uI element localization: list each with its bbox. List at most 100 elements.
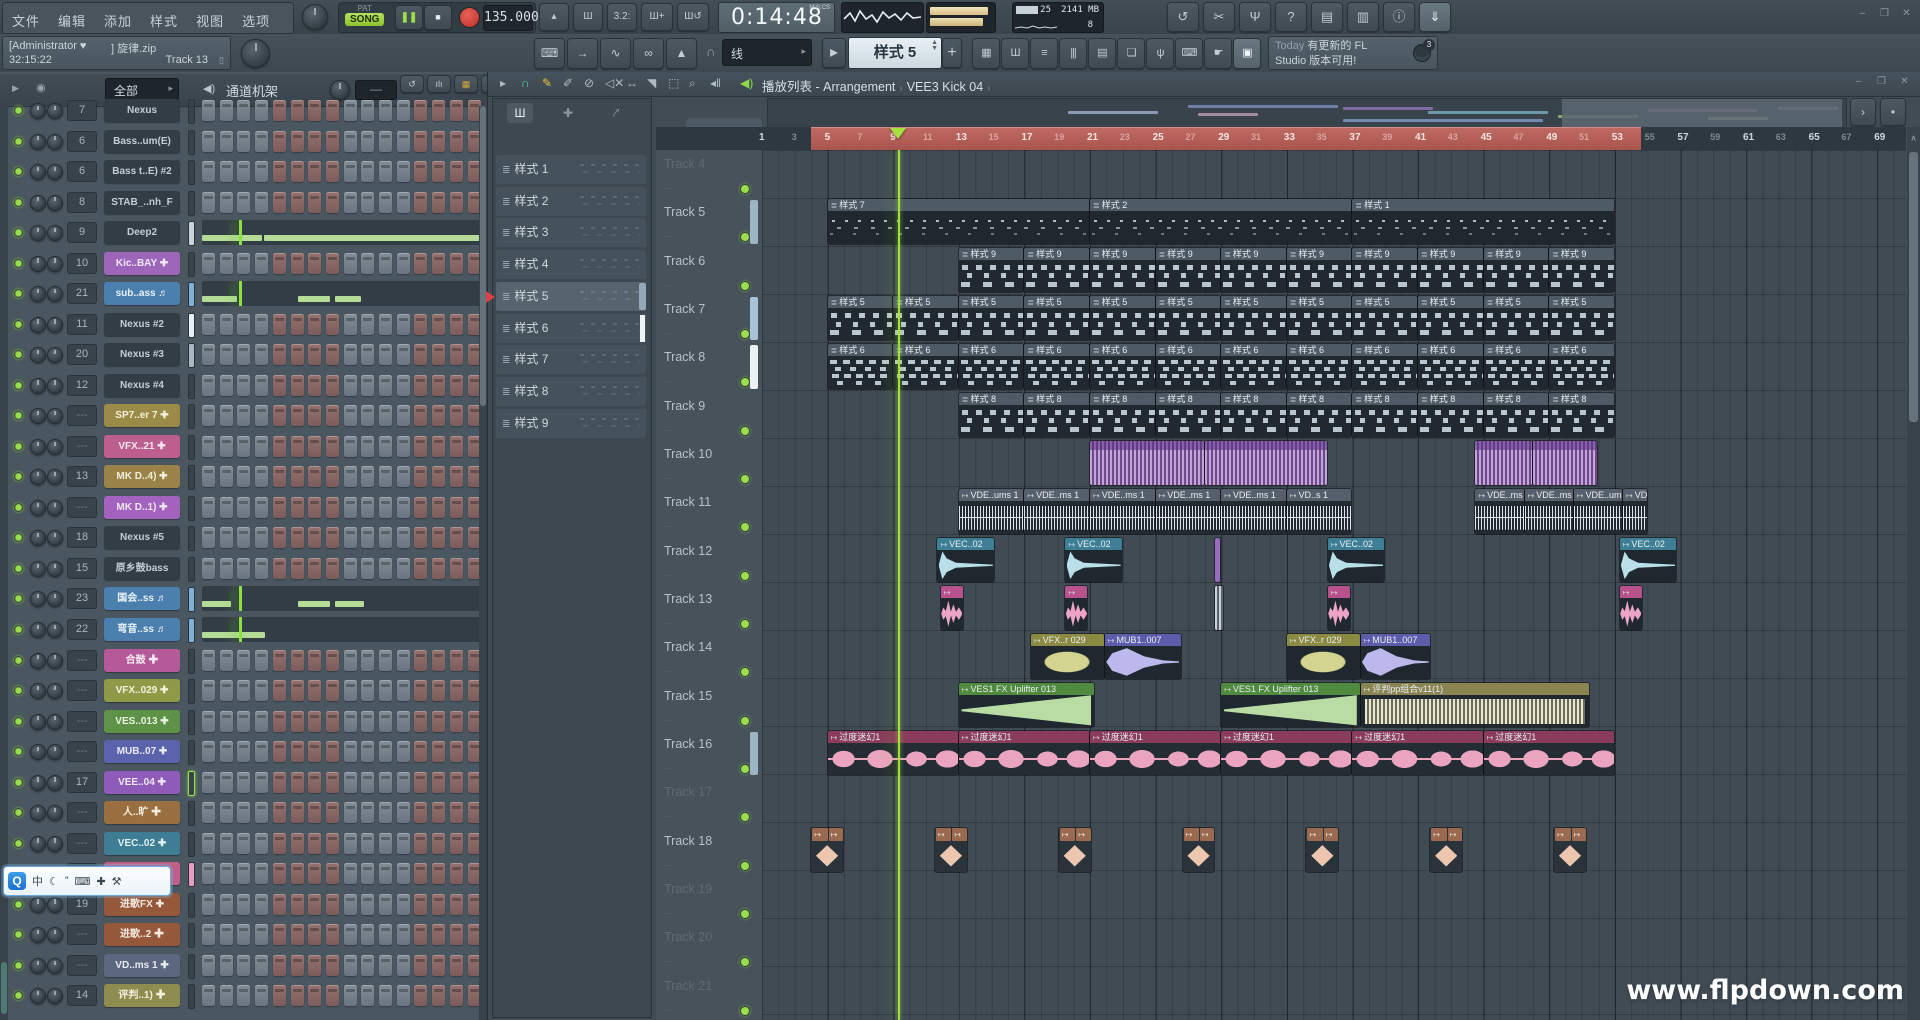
menu-选项[interactable]: 选项 <box>233 3 279 30</box>
step-cell[interactable] <box>237 955 250 976</box>
clip-样式 5[interactable]: ≣样式 5 <box>959 296 1024 340</box>
step-cell[interactable] <box>273 680 286 701</box>
step-cell[interactable] <box>326 772 339 793</box>
step-cell[interactable] <box>220 436 233 457</box>
step-cell[interactable] <box>273 711 286 732</box>
channel-pan-knob[interactable] <box>30 195 46 211</box>
step-cell[interactable] <box>379 466 392 487</box>
pl-delete-button[interactable]: ⊘ <box>584 76 594 90</box>
channel-mute-strip[interactable] <box>188 587 195 612</box>
help-button[interactable]: ? <box>1275 2 1307 32</box>
step-cell[interactable] <box>220 955 233 976</box>
step-cell[interactable] <box>379 131 392 152</box>
step-cell[interactable] <box>237 924 250 945</box>
playhead-line[interactable] <box>898 150 900 1020</box>
step-cell[interactable] <box>432 894 445 915</box>
clip-样式 5[interactable]: ≣样式 5 <box>1418 296 1483 340</box>
channel-mute-strip[interactable] <box>188 954 195 979</box>
step-cell[interactable] <box>344 375 357 396</box>
channel-mute-strip[interactable] <box>188 923 195 948</box>
channel-enable-led[interactable] <box>14 137 23 146</box>
channel-pan-knob[interactable] <box>30 988 46 1004</box>
step-cell[interactable] <box>220 985 233 1006</box>
channel-volume-knob[interactable] <box>47 714 63 730</box>
step-cell[interactable] <box>432 314 445 335</box>
typing-keyboard-piano-button[interactable]: ⌨ <box>534 38 565 69</box>
clip[interactable]: ↦↦ <box>1306 828 1338 872</box>
channel-target-number[interactable]: 14 <box>67 985 97 1006</box>
clip-样式 5[interactable]: ≣样式 5 <box>1024 296 1089 340</box>
channel-volume-knob[interactable] <box>47 561 63 577</box>
step-cell[interactable] <box>291 894 304 915</box>
step-cell[interactable] <box>450 314 463 335</box>
step-cell[interactable] <box>450 680 463 701</box>
channel-volume-knob[interactable] <box>47 317 63 333</box>
step-cell[interactable] <box>308 405 321 426</box>
step-cell[interactable] <box>361 924 374 945</box>
clip[interactable]: ↦↦ <box>935 828 967 872</box>
step-cell[interactable] <box>344 405 357 426</box>
step-cell[interactable] <box>273 802 286 823</box>
step-cell[interactable] <box>414 405 427 426</box>
step-cell[interactable] <box>273 466 286 487</box>
step-cell[interactable] <box>202 344 215 365</box>
channel-volume-knob[interactable] <box>47 225 63 241</box>
channel-enable-led[interactable] <box>14 564 23 573</box>
step-cell[interactable] <box>237 131 250 152</box>
clip-样式 9[interactable]: ≣样式 9 <box>1024 248 1089 292</box>
playlist-overview-strip[interactable] <box>767 98 1847 128</box>
step-cell[interactable] <box>273 527 286 548</box>
channel-name-button[interactable]: VD..ms 1 ✚ <box>104 954 180 977</box>
step-cell[interactable] <box>237 527 250 548</box>
channel-pan-knob[interactable] <box>30 683 46 699</box>
step-cell[interactable] <box>326 314 339 335</box>
rack-graph-button[interactable]: ılı <box>427 75 451 93</box>
rack-menu-icon[interactable]: ▶ <box>12 83 19 94</box>
step-cell[interactable] <box>326 985 339 1006</box>
channel-name-button[interactable]: sub..ass ♬ <box>104 282 180 305</box>
step-cell[interactable] <box>379 924 392 945</box>
pl-zoom-button[interactable]: ⌕ <box>689 76 696 91</box>
channel-volume-knob[interactable] <box>47 500 63 516</box>
step-cell[interactable] <box>237 466 250 487</box>
step-cell[interactable] <box>344 192 357 213</box>
clip-样式 9[interactable]: ≣样式 9 <box>1287 248 1352 292</box>
step-cell[interactable] <box>361 314 374 335</box>
channel-pan-knob[interactable] <box>30 653 46 669</box>
maximize-button[interactable]: ❐ <box>1877 9 1892 21</box>
step-cell[interactable] <box>361 863 374 884</box>
step-cell[interactable] <box>273 955 286 976</box>
channel-mute-strip[interactable] <box>188 740 195 765</box>
step-cell[interactable] <box>326 344 339 365</box>
channel-name-button[interactable]: 进歌..2 ✚ <box>104 923 180 946</box>
step-cell[interactable] <box>344 833 357 854</box>
pl-maximize-button[interactable]: ❐ <box>1874 77 1889 89</box>
step-cell[interactable] <box>202 131 215 152</box>
clip-样式 5[interactable]: ≣样式 5 <box>1549 296 1614 340</box>
touch-keyboard-button[interactable]: ⌨ <box>1175 38 1203 69</box>
channel-target-number[interactable]: --- <box>67 741 97 762</box>
channel-target-number[interactable]: --- <box>67 955 97 976</box>
step-cell[interactable] <box>308 680 321 701</box>
step-cell[interactable] <box>361 192 374 213</box>
clip-VDE..ms 1[interactable]: ↦VDE..ms 1 <box>1221 489 1286 533</box>
channel-name-button[interactable]: Kic..BAY ✚ <box>104 252 180 275</box>
step-cell[interactable] <box>220 863 233 884</box>
step-cell[interactable] <box>326 802 339 823</box>
step-cell[interactable] <box>361 436 374 457</box>
step-cell[interactable] <box>273 924 286 945</box>
step-cell[interactable] <box>432 680 445 701</box>
audio-clip-mini-label[interactable]: ↦ <box>952 828 966 841</box>
step-cell[interactable] <box>202 314 215 335</box>
pl-paint-button[interactable]: ✐ <box>563 76 573 90</box>
step-cell[interactable] <box>379 894 392 915</box>
audio-clip-mini-label[interactable]: ↦ <box>1307 828 1322 841</box>
step-cell[interactable] <box>237 680 250 701</box>
step-cell[interactable] <box>344 863 357 884</box>
step-cell[interactable] <box>202 405 215 426</box>
audio-clip-mini-label[interactable]: ↦ <box>1184 828 1199 841</box>
step-cell[interactable] <box>255 833 268 854</box>
plugin-button[interactable]: ψ <box>1146 38 1174 69</box>
pl-draw-button[interactable]: ✎ <box>542 76 552 90</box>
step-cell[interactable] <box>397 466 410 487</box>
